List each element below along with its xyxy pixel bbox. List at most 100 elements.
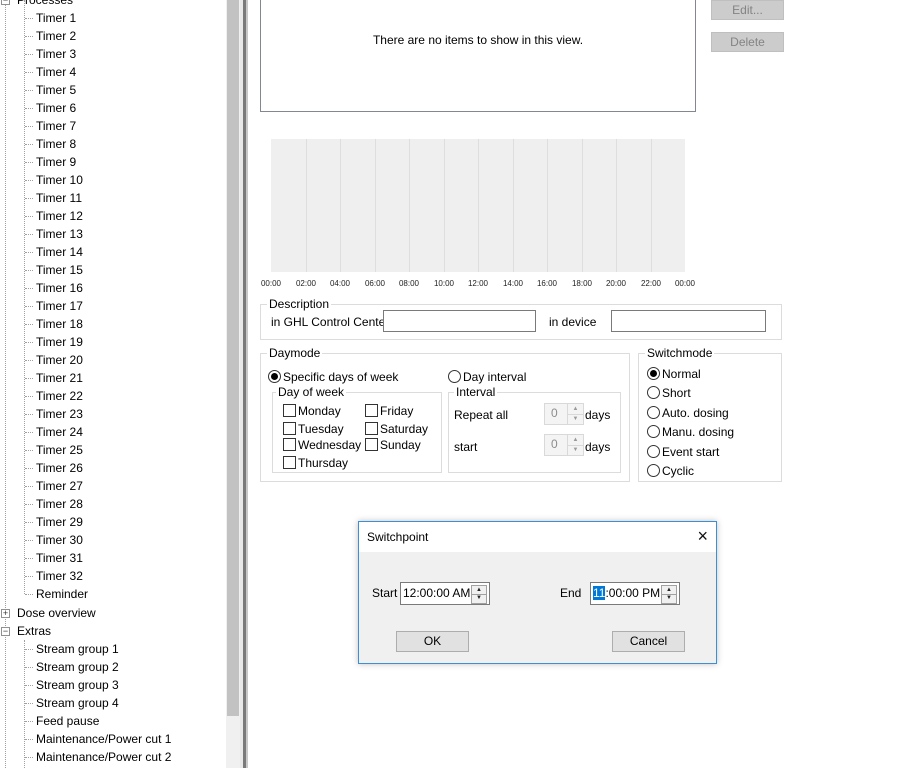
collapse-icon[interactable]: − [1, 627, 10, 636]
repeat-all-spinner[interactable]: 0 ▲ ▼ [544, 403, 584, 425]
sunday-checkbox[interactable] [365, 438, 378, 451]
tree-item[interactable]: Stream group 3 [0, 676, 220, 694]
tree-item[interactable]: Timer 14 [0, 243, 220, 261]
timeline-tick-label: 00:00 [674, 279, 696, 288]
tree-item[interactable]: Stream group 2 [0, 658, 220, 676]
tree-scrollbar[interactable] [226, 0, 240, 768]
tree-item[interactable]: Timer 5 [0, 81, 220, 99]
tree-item[interactable]: Timer 10 [0, 171, 220, 189]
tree-node-processes[interactable]: − Processes [0, 0, 220, 9]
tree-item[interactable]: Timer 26 [0, 459, 220, 477]
tree-item[interactable]: Timer 29 [0, 513, 220, 531]
start-day-spinner[interactable]: 0 ▲ ▼ [544, 434, 584, 456]
ok-button[interactable]: OK [396, 631, 469, 652]
switchmode-cyclic-radio[interactable] [647, 464, 660, 477]
tree-connector [25, 396, 33, 397]
switchmode-event-start-radio[interactable] [647, 445, 660, 458]
device-name-field[interactable] [611, 310, 766, 332]
friday-checkbox[interactable] [365, 404, 378, 417]
navigation-tree: − Processes Timer 1 Timer 2 Timer 3 Timer 4… [0, 0, 226, 768]
end-time-value[interactable]: 11:00:00 PM [593, 586, 660, 600]
monday-checkbox[interactable] [283, 404, 296, 417]
start-time-picker[interactable]: 12:00:00 AM ▲ ▼ [400, 582, 490, 605]
switchmode-normal-radio[interactable] [647, 367, 660, 380]
day-interval-radio[interactable] [448, 370, 461, 383]
tree-item[interactable]: Timer 25 [0, 441, 220, 459]
switchpoint-list[interactable]: There are no items to show in this view. [260, 0, 696, 112]
description-title: Description [267, 297, 332, 311]
tree-item[interactable]: Stream group 4 [0, 694, 220, 712]
tree-item[interactable]: Timer 13 [0, 225, 220, 243]
spin-down-icon[interactable]: ▼ [472, 594, 486, 602]
saturday-checkbox[interactable] [365, 422, 378, 435]
spinner-arrows[interactable]: ▲ ▼ [567, 404, 583, 424]
tree-item[interactable]: Timer 1 [0, 9, 220, 27]
tree-item[interactable]: Timer 24 [0, 423, 220, 441]
thursday-checkbox[interactable] [283, 456, 296, 469]
tree-item[interactable]: Timer 20 [0, 351, 220, 369]
tree-item[interactable]: Stream group 1 [0, 640, 220, 658]
dialog-titlebar[interactable]: Switchpoint × [359, 522, 716, 552]
tree-item[interactable]: Timer 30 [0, 531, 220, 549]
tuesday-label: Tuesday [298, 422, 344, 436]
tree-item[interactable]: Timer 21 [0, 369, 220, 387]
spin-down-icon[interactable]: ▼ [568, 414, 583, 424]
tree-item[interactable]: Timer 3 [0, 45, 220, 63]
tree-item[interactable]: Timer 2 [0, 27, 220, 45]
tree-item[interactable]: Timer 11 [0, 189, 220, 207]
switchmode-auto-dosing-radio[interactable] [647, 406, 660, 419]
scrollbar-thumb[interactable] [227, 0, 239, 716]
tree-item[interactable]: Timer 12 [0, 207, 220, 225]
time-spinner-arrows[interactable]: ▲ ▼ [661, 585, 677, 604]
tree-node-extras[interactable]: − Extras [0, 622, 220, 640]
tree-item[interactable]: Reminder [0, 585, 220, 603]
ghl-name-field[interactable] [383, 310, 536, 332]
tree-item-label: Timer 5 [36, 83, 77, 97]
wednesday-checkbox[interactable] [283, 438, 296, 451]
tree-item[interactable]: Timer 6 [0, 99, 220, 117]
start-time-value[interactable]: 12:00:00 AM [403, 586, 470, 600]
end-time-picker[interactable]: 11:00:00 PM ▲ ▼ [590, 582, 680, 605]
cancel-button[interactable]: Cancel [612, 631, 685, 652]
tree-item[interactable]: Timer 15 [0, 261, 220, 279]
switchmode-short-radio[interactable] [647, 386, 660, 399]
edit-button[interactable]: Edit... [711, 0, 784, 20]
tree-item[interactable]: Timer 27 [0, 477, 220, 495]
delete-button[interactable]: Delete [711, 32, 784, 52]
tree-item[interactable]: Timer 9 [0, 153, 220, 171]
tree-connector [25, 703, 33, 704]
tree-item-label: Timer 17 [36, 299, 83, 313]
tree-item[interactable]: Timer 28 [0, 495, 220, 513]
tree-item[interactable]: Timer 17 [0, 297, 220, 315]
tree-item[interactable]: Maintenance/Power cut 1 [0, 730, 220, 748]
tree-item[interactable]: Timer 8 [0, 135, 220, 153]
end-hour-selection[interactable]: 11 [593, 586, 606, 600]
tree-item[interactable]: Timer 18 [0, 315, 220, 333]
tree-item[interactable]: Feed pause [0, 712, 220, 730]
collapse-icon[interactable]: − [1, 0, 10, 5]
spinner-arrows[interactable]: ▲ ▼ [567, 435, 583, 455]
tree-item[interactable]: Maintenance/Power cut 2 [0, 748, 220, 766]
tree-node-dose-overview[interactable]: + Dose overview [0, 604, 220, 622]
tree-item-label: Timer 14 [36, 245, 83, 259]
tree-item[interactable]: Timer 32 [0, 567, 220, 585]
interval-title: Interval [454, 385, 498, 399]
switchmode-manu-dosing-radio[interactable] [647, 425, 660, 438]
tree-item[interactable]: Timer 22 [0, 387, 220, 405]
tree-item[interactable]: Timer 23 [0, 405, 220, 423]
tree-item[interactable]: Timer 4 [0, 63, 220, 81]
tree-item[interactable]: Timer 7 [0, 117, 220, 135]
spin-down-icon[interactable]: ▼ [662, 594, 676, 602]
repeat-unit-label: days [585, 408, 611, 422]
expand-icon[interactable]: + [1, 609, 10, 618]
tree-item-label: Timer 18 [36, 317, 83, 331]
specific-days-radio[interactable] [268, 370, 281, 383]
spin-down-icon[interactable]: ▼ [568, 445, 583, 455]
close-icon[interactable]: × [697, 526, 708, 546]
tree-item[interactable]: Timer 31 [0, 549, 220, 567]
tree-item[interactable]: Timer 19 [0, 333, 220, 351]
time-spinner-arrows[interactable]: ▲ ▼ [471, 585, 487, 604]
tuesday-checkbox[interactable] [283, 422, 296, 435]
tree-item[interactable]: Timer 16 [0, 279, 220, 297]
tree-item-label: Timer 3 [36, 47, 77, 61]
